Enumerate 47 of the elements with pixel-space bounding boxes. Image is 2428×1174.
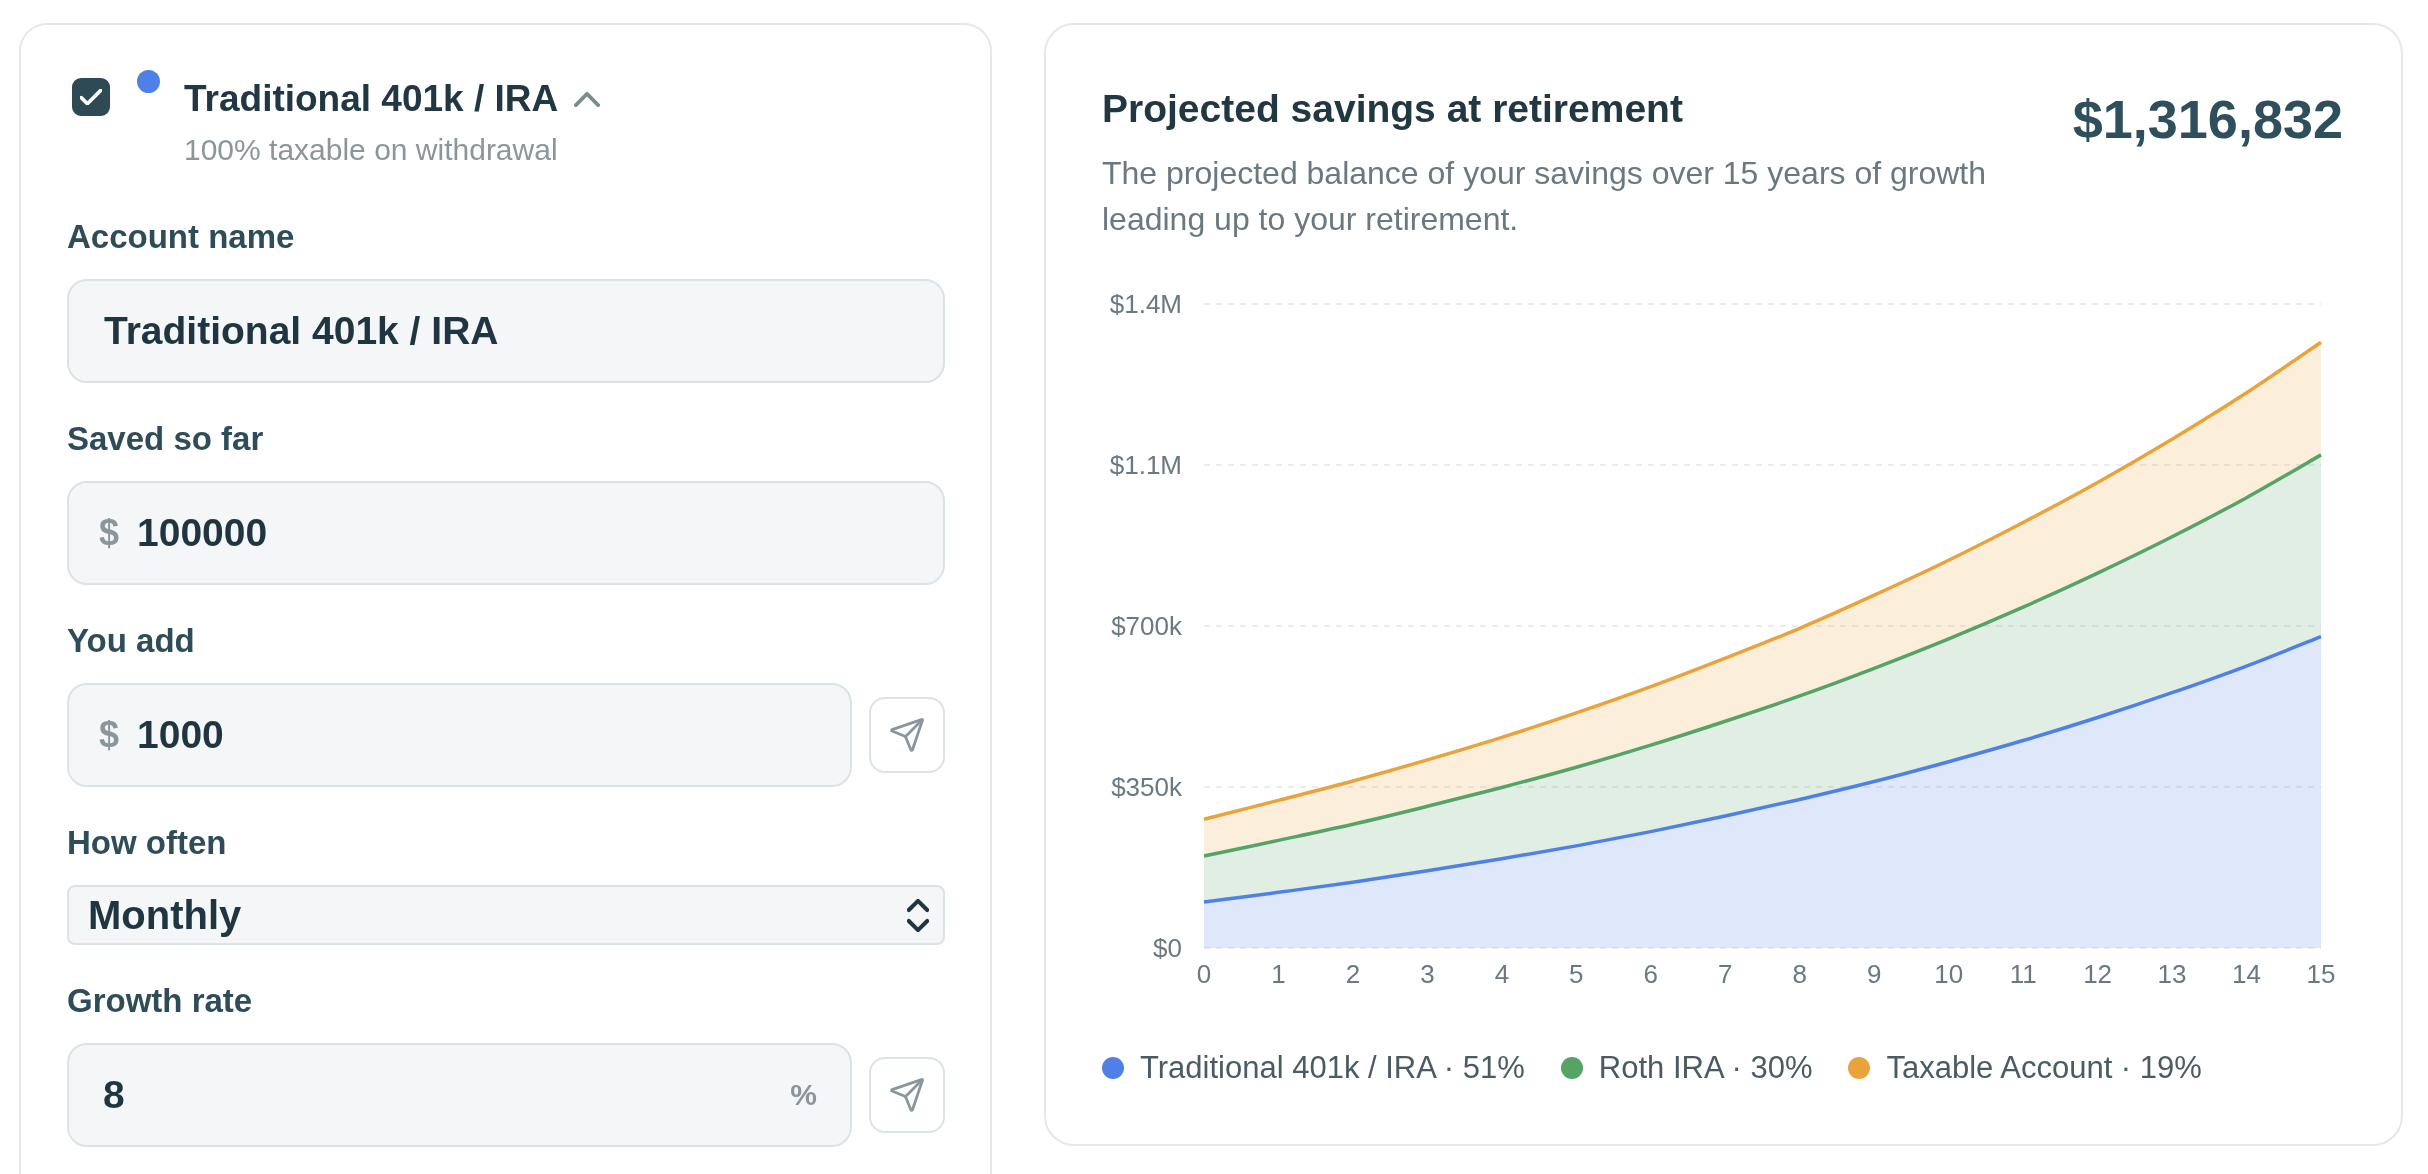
paper-plane-icon [890,1078,924,1112]
axis-label: 9 [1866,959,1882,989]
section-title: Projected savings at retirement [1102,86,1684,132]
axis-label: 6 [1643,959,1659,989]
checkbox[interactable] [72,78,110,116]
axis-label: $1.1M [1109,450,1182,480]
axis-label: 3 [1420,959,1435,989]
chevron-up-down-icon [907,898,929,932]
axis-label: 15 [2306,959,2336,989]
amount-input[interactable]: $ 100000 [67,481,945,585]
legend-label: Traditional 401k / IRA · 51% [1140,1050,1525,1086]
axis-label: 1 [1271,959,1286,989]
axis-label: 4 [1494,959,1510,989]
axis-label: $700k [1111,611,1182,641]
axis-label: $1.4M [1109,289,1182,319]
paper-plane-icon [890,718,924,752]
axis-label: 0 [1196,959,1212,989]
axis-label: 2 [1345,959,1361,989]
field-label: How often [67,825,228,861]
account-title: Traditional 401k / IRA [184,78,559,120]
axis-label: 7 [1718,959,1733,989]
field-label: Saved so far [67,421,265,457]
field-label: You add [67,623,196,659]
field-label: Growth rate [67,983,254,1019]
axis-label: $0 [1153,933,1182,963]
text-input[interactable]: Traditional 401k / IRA [67,279,945,383]
axis-label: 8 [1792,959,1807,989]
axis-label: $350k [1111,772,1182,802]
axis-label: 14 [2232,959,2261,989]
legend-label: Roth IRA · 30% [1598,1050,1813,1086]
account-subtitle: 100% taxable on withdrawal [184,133,559,167]
total-amount: $1,316,832 [2072,88,2343,150]
frequency-select[interactable]: Monthly [67,885,945,945]
checkmark-icon [80,89,102,105]
axis-label: 10 [1934,959,1964,989]
field-label: Account name [67,219,296,255]
axis-label: 11 [2009,959,2037,989]
axis-label: 5 [1569,959,1584,989]
axis-label: 13 [2157,959,2187,989]
legend-label: Taxable Account · 19% [1886,1050,2202,1086]
send-button[interactable] [869,1057,945,1133]
description-text: The projected balance of your savings over 15 years of growth leading up to your retirement. [1102,154,1988,239]
rate-input[interactable]: 8 % [67,1043,852,1147]
chevron-up-icon[interactable] [574,91,601,107]
amount-input[interactable]: $ 1000 [67,683,852,787]
send-button[interactable] [869,697,945,773]
axis-label: 12 [2083,959,2113,989]
